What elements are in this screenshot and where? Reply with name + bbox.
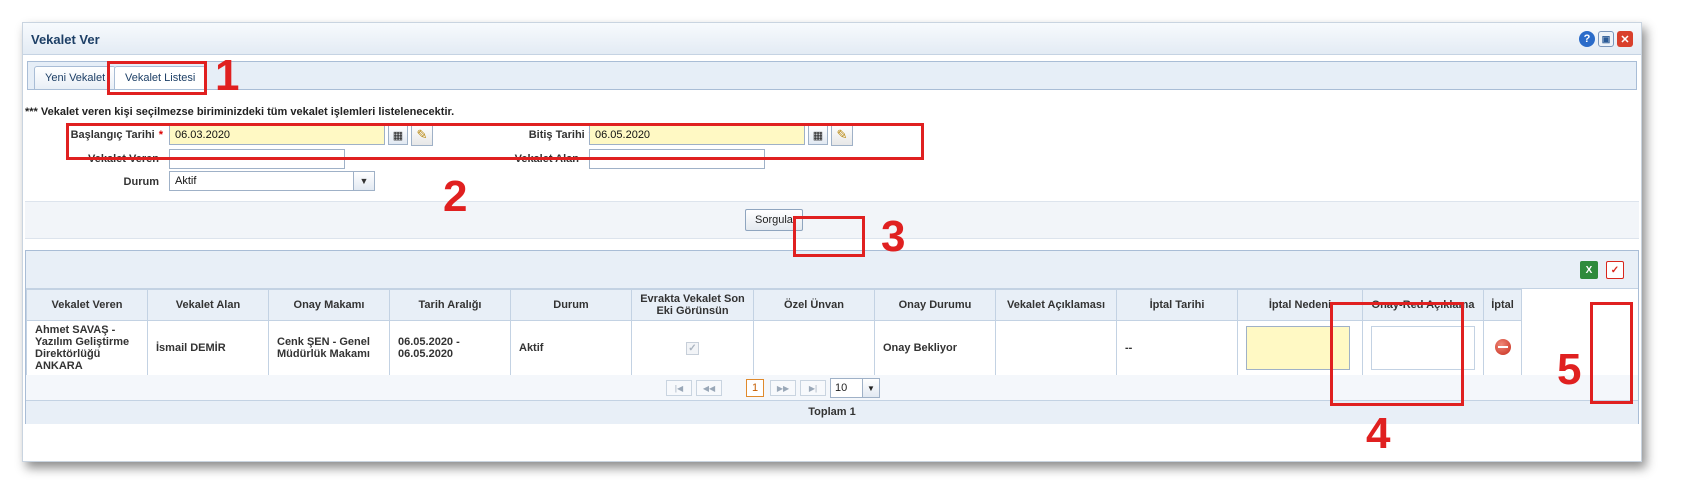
help-icon[interactable]: ?: [1579, 31, 1595, 47]
annotation-box-2: [66, 123, 924, 160]
prev-page-icon[interactable]: ◀◀: [696, 380, 722, 396]
current-page[interactable]: 1: [746, 379, 764, 397]
col-header[interactable]: Vekalet Veren: [26, 289, 148, 321]
window-titlebar: Vekalet Ver ? ▣ ✕: [23, 23, 1641, 55]
col-header[interactable]: Onay Makamı: [268, 289, 390, 321]
cell-cancel-date: --: [1116, 320, 1238, 376]
col-header[interactable]: Vekalet Alan: [147, 289, 269, 321]
cancel-icon[interactable]: [1494, 338, 1511, 355]
tab-bar: Yeni Vekalet Vekalet Listesi: [27, 61, 1637, 90]
suffix-checkbox: ✓: [686, 341, 699, 355]
col-header[interactable]: İptal Tarihi: [1116, 289, 1238, 321]
cell-suffix: ✓: [631, 320, 754, 376]
col-header[interactable]: Tarih Aralığı: [389, 289, 511, 321]
cell-grantor: Ahmet SAVAŞ - Yazılım Geliştirme Direktö…: [26, 320, 148, 376]
excel-export-icon[interactable]: X: [1580, 261, 1598, 279]
close-icon[interactable]: ✕: [1617, 31, 1633, 47]
cell-grantee: İsmail DEMİR: [147, 320, 269, 376]
cell-cancel: [1483, 320, 1522, 376]
annotation-number: 4: [1366, 409, 1391, 458]
annotation-box-1: [107, 61, 207, 95]
annotation-number: 2: [443, 172, 468, 221]
chevron-down-icon[interactable]: ▼: [353, 171, 375, 191]
col-header[interactable]: İptal: [1483, 289, 1522, 321]
annotation-box-3: [793, 216, 865, 257]
table-header-row: Vekalet Veren Vekalet Alan Onay Makamı T…: [26, 289, 1522, 321]
cell-description: [995, 320, 1117, 376]
annotation-number: 5: [1557, 345, 1582, 394]
chevron-down-icon[interactable]: ▼: [862, 378, 880, 398]
next-page-icon[interactable]: ▶▶: [770, 380, 796, 396]
cell-approval-status: Onay Bekliyor: [874, 320, 996, 376]
first-page-icon[interactable]: |◀: [666, 380, 692, 396]
status-select[interactable]: Aktif: [169, 171, 375, 191]
cell-status: Aktif: [510, 320, 632, 376]
window-title: Vekalet Ver: [31, 32, 100, 47]
cell-date-range: 06.05.2020 - 06.05.2020: [389, 320, 511, 376]
tab-yeni-vekalet[interactable]: Yeni Vekalet: [34, 66, 117, 90]
col-header[interactable]: Vekalet Açıklaması: [995, 289, 1117, 321]
annotation-box-5: [1590, 302, 1633, 404]
col-header[interactable]: Evrakta Vekalet Son Eki Görünsün: [631, 289, 754, 321]
annotation-number: 3: [881, 212, 906, 261]
col-header[interactable]: Durum: [510, 289, 632, 321]
cell-approver: Cenk ŞEN - Genel Müdürlük Makamı: [268, 320, 390, 376]
col-header[interactable]: Özel Ünvan: [753, 289, 875, 321]
table-row[interactable]: Ahmet SAVAŞ - Yazılım Geliştirme Direktö…: [26, 320, 1522, 376]
cell-special-title: [753, 320, 875, 376]
annotation-box-4: [1330, 302, 1464, 406]
dock-icon[interactable]: ▣: [1598, 31, 1614, 47]
last-page-icon[interactable]: ▶|: [800, 380, 826, 396]
info-note: *** Vekalet veren kişi seçilmezse birimi…: [25, 106, 455, 118]
status-label: Durum: [123, 176, 159, 188]
results-table: Vekalet Veren Vekalet Alan Onay Makamı T…: [26, 289, 1522, 376]
pdf-export-icon[interactable]: ✓: [1606, 261, 1624, 279]
annotation-number: 1: [215, 51, 240, 100]
col-header[interactable]: Onay Durumu: [874, 289, 996, 321]
